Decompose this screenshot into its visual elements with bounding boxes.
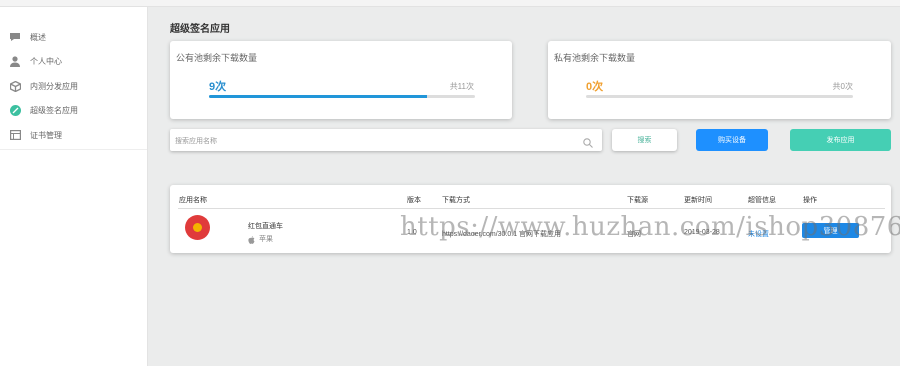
- sidebar-item-super-sign[interactable]: 超级签名应用: [0, 99, 147, 124]
- sidebar-item-label: 个人中心: [30, 57, 62, 67]
- column-updated-time: 更新时间: [684, 197, 712, 204]
- app-version: 1.0: [407, 229, 417, 236]
- app-name[interactable]: 红包直通车: [248, 221, 283, 231]
- sidebar-item-profile[interactable]: 个人中心: [0, 50, 147, 75]
- column-admin-info: 超管信息: [748, 197, 776, 204]
- private-pool-card: 私有池剩余下载数量 0次 共0次: [548, 41, 891, 119]
- private-pool-count: 0次: [586, 81, 604, 93]
- top-bar: [0, 0, 900, 7]
- leaf-icon: [9, 105, 21, 117]
- sidebar-item-overview[interactable]: 概述: [0, 25, 147, 50]
- public-pool-total: 共11次: [449, 82, 474, 91]
- public-pool-title: 公有池剩余下载数量: [176, 53, 258, 63]
- main-content: 超级签名应用 公有池剩余下载数量 9次 共11次 私有池剩余下载数量 0次 共0…: [148, 7, 900, 366]
- public-pool-card: 公有池剩余下载数量 9次 共11次: [170, 41, 512, 119]
- search-input[interactable]: [173, 133, 577, 149]
- column-download-source: 下载源: [627, 197, 648, 204]
- sidebar-menu: 概述 个人中心 内测分发应用 超级签名应用 证书管理: [0, 25, 147, 148]
- sidebar-item-label: 内测分发应用: [30, 81, 78, 91]
- apple-icon: [248, 235, 255, 244]
- app-admin-info[interactable]: 未设置: [748, 229, 769, 239]
- private-pool-progress: [586, 95, 853, 98]
- manage-button[interactable]: 管理: [802, 223, 859, 238]
- sidebar-item-beta-apps[interactable]: 内测分发应用: [0, 74, 147, 99]
- column-operations: 操作: [803, 197, 817, 204]
- chat-icon: [9, 31, 21, 43]
- table-header-divider: [178, 208, 885, 209]
- sidebar-item-label: 超级签名应用: [30, 106, 78, 116]
- search-box: [170, 129, 602, 151]
- public-pool-progress: [209, 95, 475, 98]
- sidebar-divider: [0, 149, 147, 150]
- search-button[interactable]: 搜索: [612, 129, 677, 151]
- sidebar-item-label: 证书管理: [30, 130, 62, 140]
- app-platform-label: 苹果: [259, 236, 273, 243]
- column-app-name: 应用名称: [179, 197, 207, 204]
- user-icon: [9, 56, 21, 68]
- app-updated-time: 2019-03-28: [684, 229, 720, 236]
- apps-table: 应用名称 版本 下载方式 下载源 更新时间 超管信息 操作 红包直通车 苹果 1…: [170, 185, 891, 253]
- private-pool-total: 共0次: [832, 82, 853, 91]
- publish-app-button[interactable]: 发布应用: [790, 129, 891, 151]
- app-download-method[interactable]: https://daoer.com/30.0.1 官网下载应用: [442, 229, 561, 239]
- table-header: 应用名称 版本 下载方式 下载源 更新时间 超管信息 操作: [170, 185, 891, 208]
- app-download-source: 官网: [627, 231, 641, 238]
- sidebar-item-label: 概述: [30, 32, 46, 42]
- sidebar-item-certificates[interactable]: 证书管理: [0, 123, 147, 148]
- buy-devices-button[interactable]: 购买设备: [696, 129, 768, 151]
- column-version: 版本: [407, 197, 421, 204]
- app-platform: 苹果: [248, 234, 273, 244]
- column-download-method: 下载方式: [442, 197, 470, 204]
- certificate-icon: [9, 129, 21, 141]
- public-pool-progress-fill: [209, 95, 428, 98]
- private-pool-title: 私有池剩余下载数量: [554, 53, 636, 63]
- public-pool-count: 9次: [209, 81, 227, 93]
- box-icon: [9, 80, 21, 92]
- page-title: 超级签名应用: [170, 24, 230, 35]
- sidebar: 概述 个人中心 内测分发应用 超级签名应用 证书管理: [0, 7, 148, 366]
- app-icon: [185, 215, 210, 240]
- search-icon[interactable]: [583, 135, 593, 148]
